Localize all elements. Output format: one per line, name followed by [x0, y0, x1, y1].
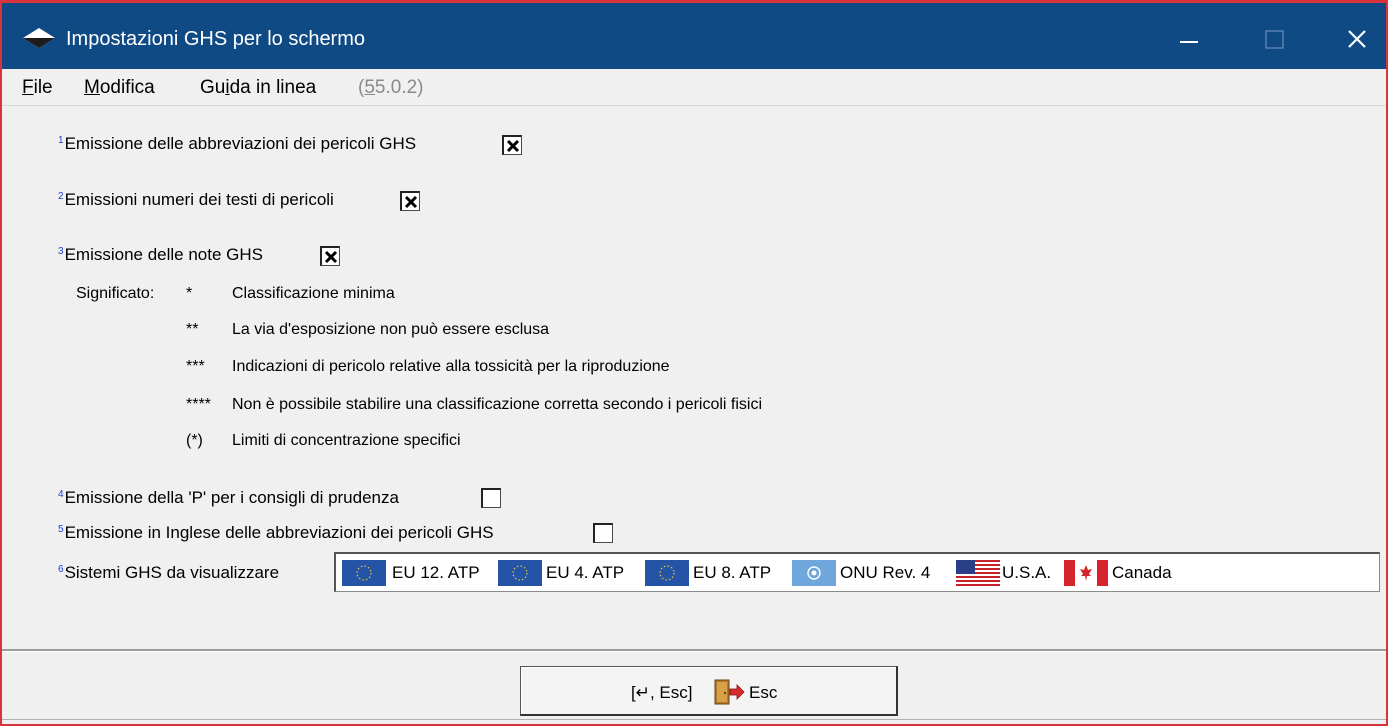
check-x-icon: [324, 250, 338, 264]
meaning-symbol: *: [186, 285, 193, 302]
option-label: Emissione delle note GHS: [64, 245, 263, 264]
maximize-button[interactable]: [1252, 17, 1298, 63]
canada-flag-icon: [1064, 560, 1108, 586]
menu-guida[interactable]: Guida in linea: [200, 77, 316, 99]
meaning-symbol: ***: [186, 358, 205, 375]
ghs-system-label: ONU Rev. 4: [840, 563, 931, 582]
ghs-system-label: EU 8. ATP: [693, 563, 772, 582]
menu-modifica[interactable]: Modifica: [84, 77, 155, 99]
ghs-system-label: Canada: [1112, 563, 1172, 582]
checkbox-text-numbers[interactable]: [400, 191, 420, 211]
ghs-system-label: EU 12. ATP: [392, 563, 480, 582]
meaning-text: La via d'esposizione non può essere escl…: [232, 321, 550, 338]
window-title: Impostazioni GHS per lo schermo: [66, 28, 366, 50]
esc-label: Esc: [749, 683, 778, 702]
ghs-system-canada[interactable]: Canada: [1064, 560, 1194, 586]
option-label: Emissione delle abbreviazioni dei perico…: [64, 134, 417, 153]
meaning-symbol: ****: [186, 396, 211, 413]
ghs-system-onu[interactable]: ONU Rev. 4: [792, 560, 954, 586]
checkbox-english-abbreviations[interactable]: [593, 523, 613, 543]
meaning-text: Limiti di concentrazione specifici: [232, 432, 461, 449]
exit-door-icon: [714, 679, 745, 705]
option-row-3: 3Emissione delle note GHS: [58, 245, 263, 265]
option-number: 3: [58, 246, 64, 257]
option-number: 5: [58, 524, 64, 535]
meaning-text: Classificazione minima: [232, 285, 395, 302]
main-window: Impostazioni GHS per lo schermo File Mod…: [0, 0, 1388, 726]
close-button[interactable]: [1335, 17, 1381, 63]
option-row-4: 4Emissione della 'P' per i consigli di p…: [58, 488, 399, 508]
eu-flag-icon: [498, 560, 542, 586]
ghs-systems-field[interactable]: EU 12. ATP EU 4. ATP EU 8. ATP ONU Rev. …: [334, 552, 1380, 592]
ghs-system-usa[interactable]: U.S.A.: [956, 560, 1062, 586]
option-row-2: 2Emissioni numeri dei testi di pericoli: [58, 190, 334, 210]
meaning-label: Significato:: [76, 285, 155, 302]
ghs-system-eu4[interactable]: EU 4. ATP: [498, 560, 644, 586]
checkbox-abbreviations[interactable]: [502, 135, 522, 155]
ghs-system-eu8[interactable]: EU 8. ATP: [645, 560, 793, 586]
option-number: 1: [58, 135, 64, 146]
meaning-symbol: (*): [186, 432, 203, 449]
footer-separator-highlight: [2, 651, 1386, 652]
bottom-border: [2, 719, 1386, 720]
ghs-system-label: EU 4. ATP: [546, 563, 625, 582]
meaning-text: Non è possibile stabilire una classifica…: [232, 396, 763, 413]
ghs-system-eu12[interactable]: EU 12. ATP: [342, 560, 498, 586]
esc-button[interactable]: [↵, Esc] Esc: [520, 666, 898, 716]
maximize-icon: [1265, 30, 1284, 49]
menu-file[interactable]: File: [22, 77, 53, 99]
esc-shortcut-label: [↵, Esc]: [631, 683, 693, 702]
minimize-button[interactable]: [1166, 17, 1212, 63]
meaning-symbol: **: [186, 321, 199, 338]
usa-flag-icon: [956, 560, 1000, 586]
ghs-system-label: U.S.A.: [1002, 563, 1052, 582]
meaning-text: Indicazioni di pericolo relative alla to…: [232, 358, 670, 375]
option-label: Sistemi GHS da visualizzare: [64, 563, 280, 582]
option-row-5: 5Emissione in Inglese delle abbreviazion…: [58, 523, 494, 543]
checkbox-p-prudence[interactable]: [481, 488, 501, 508]
menu-bar: File Modifica Guida in linea (55.0.2): [2, 69, 1386, 105]
option-label: Emissioni numeri dei testi di pericoli: [64, 190, 334, 209]
minimize-icon: [1180, 41, 1198, 43]
option-row-1: 1Emissione delle abbreviazioni dei peric…: [58, 134, 416, 154]
option-label: Emissione in Inglese delle abbreviazioni…: [64, 523, 494, 542]
check-x-icon: [404, 195, 418, 209]
title-bar[interactable]: Impostazioni GHS per lo schermo: [2, 3, 1386, 69]
check-x-icon: [506, 139, 520, 153]
app-diamond-icon: [23, 28, 55, 48]
un-flag-icon: [792, 560, 836, 586]
option-number: 4: [58, 489, 64, 500]
option-number: 6: [58, 564, 64, 575]
option-row-6: 6Sistemi GHS da visualizzare: [58, 563, 279, 583]
close-icon: [1348, 30, 1366, 48]
eu-flag-icon: [342, 560, 386, 586]
option-label: Emissione della 'P' per i consigli di pr…: [64, 488, 399, 507]
option-number: 2: [58, 191, 64, 202]
eu-flag-icon: [645, 560, 689, 586]
menu-separator: [2, 105, 1386, 106]
checkbox-ghs-notes[interactable]: [320, 246, 340, 266]
version-label: (55.0.2): [358, 77, 424, 98]
